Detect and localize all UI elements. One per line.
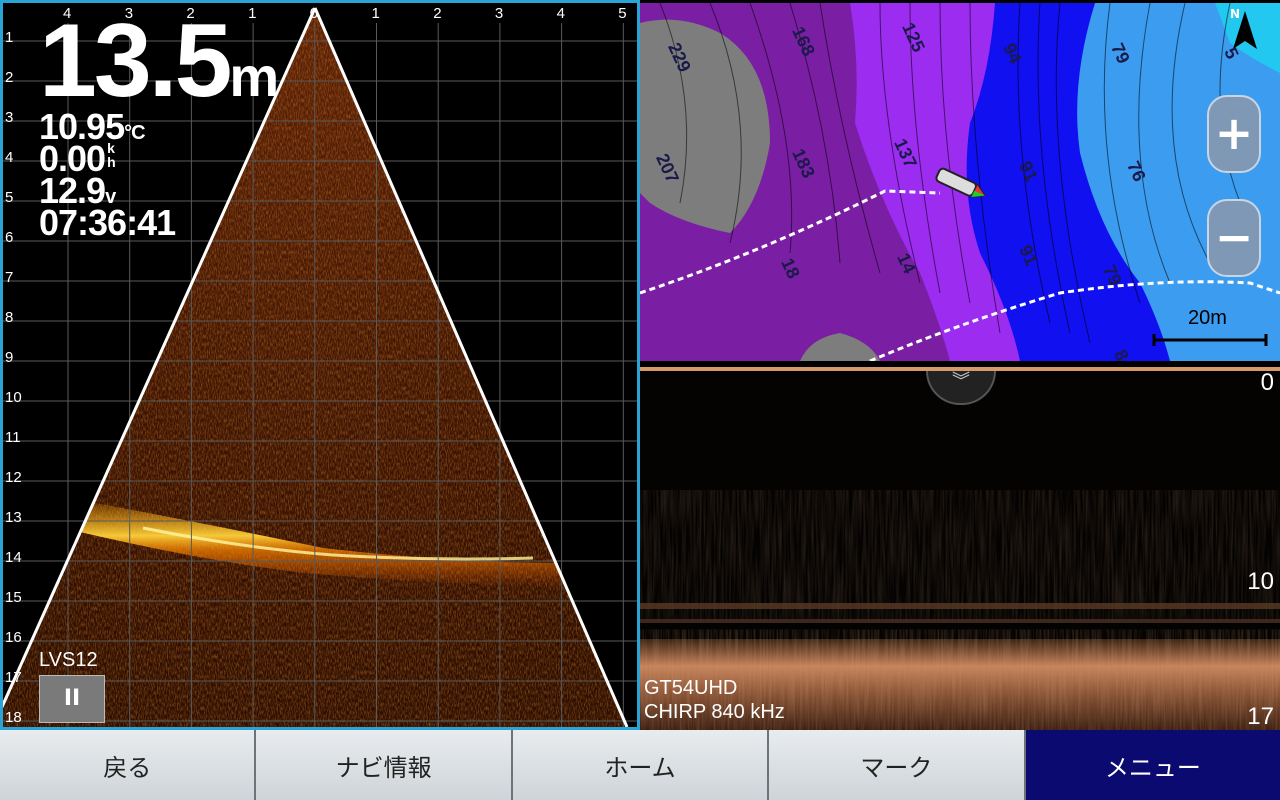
range-tick-label: 4 bbox=[556, 5, 565, 22]
range-tick-label: 3 bbox=[494, 5, 504, 22]
sonar-pane[interactable]: ︾ 0 10 17 GT54UHD CHIRP 840 kHz bbox=[640, 367, 1280, 730]
depth-tick-label: 12 bbox=[5, 469, 22, 486]
bottom-menu-bar: 戻る ナビ情報 ホーム マーク メニュー bbox=[0, 730, 1280, 800]
depth-tick-label: 13 bbox=[5, 509, 22, 526]
depth-tick-label: 17 bbox=[5, 669, 22, 686]
home-button[interactable]: ホーム bbox=[512, 730, 770, 800]
zoom-out-button[interactable]: − bbox=[1207, 199, 1261, 277]
range-tick-label: 5 bbox=[618, 5, 627, 22]
scale-label: 20m bbox=[1188, 307, 1227, 329]
zoom-in-button[interactable]: + bbox=[1207, 95, 1261, 173]
transducer-model-label: LVS12 bbox=[39, 649, 98, 671]
transducer-label: GT54UHD bbox=[644, 677, 738, 699]
depth-readout: 13.5m bbox=[39, 3, 280, 119]
scale-bar bbox=[1152, 334, 1268, 346]
depth-tick-label: 10 bbox=[5, 389, 22, 406]
depth-tick-label: 18 bbox=[5, 709, 22, 726]
time-readout: 07:36:41 bbox=[39, 202, 176, 243]
depth-tick-label: 3 bbox=[5, 109, 14, 126]
depth-tick-label: 9 bbox=[5, 349, 14, 366]
sonar-depth-scale-top: 0 bbox=[1260, 369, 1274, 396]
sonar-depth-scale-mid: 10 bbox=[1247, 568, 1274, 595]
back-button[interactable]: 戻る bbox=[0, 730, 257, 800]
mark-button[interactable]: マーク bbox=[769, 730, 1026, 800]
range-tick-label: 2 bbox=[433, 5, 442, 22]
depth-tick-label: 11 bbox=[5, 429, 21, 446]
chart-map bbox=[640, 3, 1280, 361]
north-label: N bbox=[1230, 7, 1241, 21]
livescope-pane[interactable]: 4321012345 1 2 3 4 5 6 7 8 9 10 11 12 13 14 15 16 17 18 1… bbox=[0, 0, 640, 730]
depth-tick-label: 1 bbox=[5, 29, 14, 46]
range-tick-label: 1 bbox=[371, 5, 380, 22]
chart-pane[interactable]: 229 168 125 94 79 207 183 137 91 76 18 14 91 79 8 5 + −… bbox=[640, 0, 1280, 364]
range-tick-label: 0 bbox=[309, 5, 319, 22]
depth-tick-label: 14 bbox=[5, 549, 22, 566]
depth-tick-label: 5 bbox=[5, 189, 14, 206]
pause-button[interactable]: II bbox=[39, 675, 105, 723]
depth-tick-label: 7 bbox=[5, 269, 14, 286]
frequency-label: CHIRP 840 kHz bbox=[644, 701, 785, 723]
depth-tick-label: 4 bbox=[5, 149, 14, 166]
chevron-down-icon: ︾ bbox=[952, 371, 970, 392]
sonar-depth-scale-bottom: 17 bbox=[1247, 703, 1274, 730]
nav-info-button[interactable]: ナビ情報 bbox=[256, 730, 513, 800]
depth-tick-label: 8 bbox=[5, 309, 14, 326]
depth-tick-label: 6 bbox=[5, 229, 14, 246]
depth-tick-label: 2 bbox=[5, 69, 14, 86]
depth-tick-label: 16 bbox=[5, 629, 22, 646]
menu-button[interactable]: メニュー bbox=[1025, 730, 1280, 800]
depth-tick-label: 15 bbox=[5, 589, 22, 606]
